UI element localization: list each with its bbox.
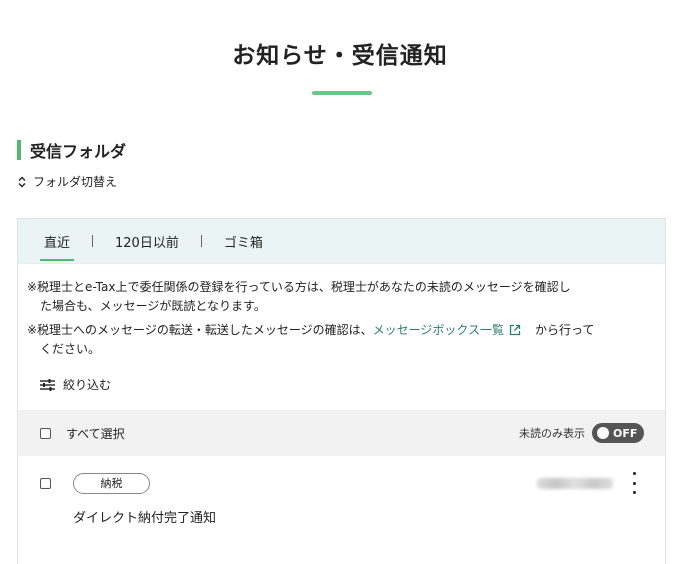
notice-text: ※税理士とe-Tax上で委任関係の登録を行っている方は、税理士があなたの未読のメ…: [18, 264, 665, 359]
tab-trash[interactable]: ゴミ箱: [220, 228, 267, 255]
note1-line2: た場合も、メッセージが既読となります。: [40, 299, 266, 313]
tab-separator: [92, 235, 94, 247]
filter-button[interactable]: 絞り込む: [40, 376, 111, 393]
tab-recent[interactable]: 直近: [40, 228, 75, 261]
filter-label: 絞り込む: [63, 378, 112, 392]
unread-only-label: 未読のみ表示: [519, 427, 585, 440]
select-all-label: すべて選択: [66, 426, 125, 441]
note1-line1: ※税理士とe-Tax上で委任関係の登録を行っている方は、税理士があなたの未読のメ…: [27, 280, 571, 294]
note2-suffix: から行って: [534, 323, 595, 337]
message-panel: 直近 120日以前 ゴミ箱 ※税理士とe-Tax上で委任関係の登録を行っている方…: [17, 218, 666, 564]
message-row[interactable]: 納税 ダイレクト納付完了通知: [18, 456, 665, 564]
category-tag: 納税: [73, 473, 150, 494]
note-tax-accountant-read: ※税理士とe-Tax上で委任関係の登録を行っている方は、税理士があなたの未読のメ…: [27, 278, 665, 316]
message-box-list-link[interactable]: メッセージボックス一覧: [373, 323, 504, 337]
more-options-icon[interactable]: [630, 472, 638, 494]
note2-line2: ください。: [40, 342, 101, 356]
note2-prefix: ※税理士へのメッセージの転送・転送したメッセージの確認は、: [27, 323, 373, 337]
section-title: 受信フォルダ: [30, 142, 127, 161]
title-underline: [312, 91, 372, 95]
filter-sliders-icon: [40, 378, 55, 391]
unread-only-toggle[interactable]: OFF: [592, 423, 644, 443]
folder-switch-label: フォルダ切替え: [33, 175, 118, 189]
section-heading: 受信フォルダ: [17, 138, 126, 162]
external-link-icon[interactable]: [509, 324, 521, 336]
redacted-date: [537, 478, 613, 489]
up-down-chevron-icon: [18, 176, 26, 187]
message-checkbox[interactable]: [40, 478, 51, 489]
folder-switch-button[interactable]: フォルダ切替え: [17, 173, 117, 190]
select-bar: すべて選択 未読のみ表示 OFF: [18, 410, 665, 456]
tab-separator: [200, 235, 202, 247]
kebab-dot: [632, 472, 636, 475]
page-title: お知らせ・受信通知: [232, 43, 448, 69]
message-subject[interactable]: ダイレクト納付完了通知: [73, 507, 216, 526]
kebab-dot: [632, 491, 636, 494]
kebab-dot: [632, 481, 636, 485]
toggle-knob: [597, 427, 609, 439]
tab-older-120days[interactable]: 120日以前: [111, 228, 183, 255]
folder-tabs: 直近 120日以前 ゴミ箱: [18, 219, 665, 264]
section-accent-bar: [17, 140, 21, 160]
select-all-checkbox[interactable]: [40, 427, 51, 439]
toggle-state: OFF: [613, 426, 638, 440]
note-forwarding: ※税理士へのメッセージの転送・転送したメッセージの確認は、メッセージボックス一覧…: [27, 321, 665, 359]
